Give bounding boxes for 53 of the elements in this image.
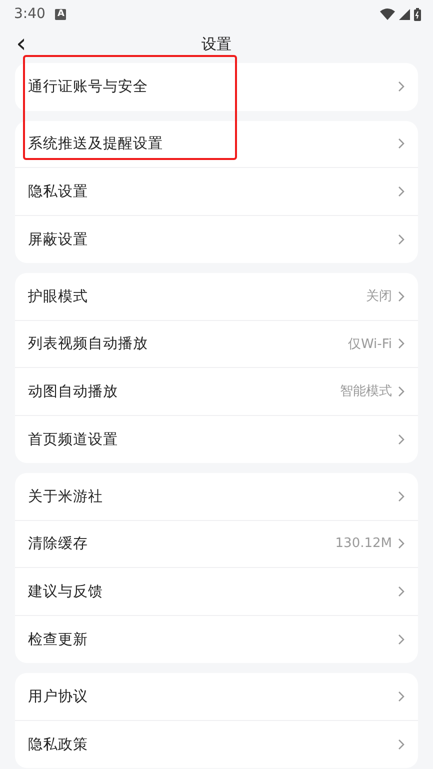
settings-row[interactable]: 系统推送及提醒设置: [15, 120, 418, 168]
chevron-icon: [398, 186, 405, 197]
chevron-icon: [398, 434, 405, 445]
settings-row[interactable]: 首页频道设置: [15, 416, 418, 463]
page-title: 设置: [202, 34, 232, 52]
settings-row[interactable]: 隐私政策: [15, 720, 418, 768]
row-label: 用户协议: [28, 688, 89, 706]
row-label: 关于米游社: [28, 488, 104, 506]
settings-row[interactable]: 护眼模式 关闭: [15, 273, 418, 320]
chevron-icon: [398, 738, 405, 750]
settings-row[interactable]: 通行证账号与安全: [15, 63, 418, 110]
row-value: 130.12M: [335, 536, 392, 552]
settings-row[interactable]: 关于米游社: [15, 473, 418, 520]
chevron-icon: [398, 586, 405, 597]
wifi-icon: [380, 8, 395, 20]
settings-row[interactable]: 屏蔽设置: [15, 216, 418, 263]
row-label: 通行证账号与安全: [28, 78, 149, 96]
back-button[interactable]: ‹: [16, 31, 26, 57]
battery-icon: [414, 8, 421, 20]
settings-row[interactable]: 列表视频自动播放 仅Wi-Fi: [15, 320, 418, 368]
chevron-icon: [398, 290, 405, 302]
chevron-icon: [398, 490, 405, 502]
chevron-icon: [398, 634, 405, 645]
chevron-icon: [398, 386, 405, 397]
row-value: 关闭: [366, 288, 392, 306]
chevron-icon: [398, 338, 405, 350]
settings-row[interactable]: 隐私设置: [15, 168, 418, 216]
row-label: 隐私政策: [28, 736, 89, 754]
chevron-icon: [398, 138, 405, 150]
row-value: 仅Wi-Fi: [348, 336, 392, 353]
chevron-icon: [398, 690, 405, 702]
row-label: 屏蔽设置: [28, 230, 89, 249]
row-label: 系统推送及提醒设置: [28, 135, 164, 154]
settings-row[interactable]: 动图自动播放 智能模式: [15, 368, 418, 416]
row-label: 检查更新: [28, 630, 89, 649]
settings-row[interactable]: 用户协议: [15, 673, 418, 720]
row-label: 护眼模式: [28, 288, 89, 306]
row-label: 清除缓存: [28, 535, 89, 554]
row-label: 动图自动播放: [28, 382, 119, 401]
chevron-icon: [398, 81, 405, 92]
row-value: 智能模式: [340, 383, 392, 400]
row-label: 隐私设置: [28, 182, 89, 201]
settings-row[interactable]: 检查更新: [15, 616, 418, 663]
settings-row[interactable]: 清除缓存 130.12M: [15, 520, 418, 568]
status-time: 3:40: [14, 6, 46, 22]
row-label: 列表视频自动播放: [28, 335, 149, 354]
settings-row[interactable]: 建议与反馈: [15, 568, 418, 616]
signal-icon: [399, 8, 410, 20]
chevron-icon: [398, 234, 405, 245]
notification-icon: A: [55, 8, 66, 20]
chevron-icon: [398, 538, 405, 550]
row-label: 建议与反馈: [28, 582, 104, 601]
row-label: 首页频道设置: [28, 430, 119, 449]
